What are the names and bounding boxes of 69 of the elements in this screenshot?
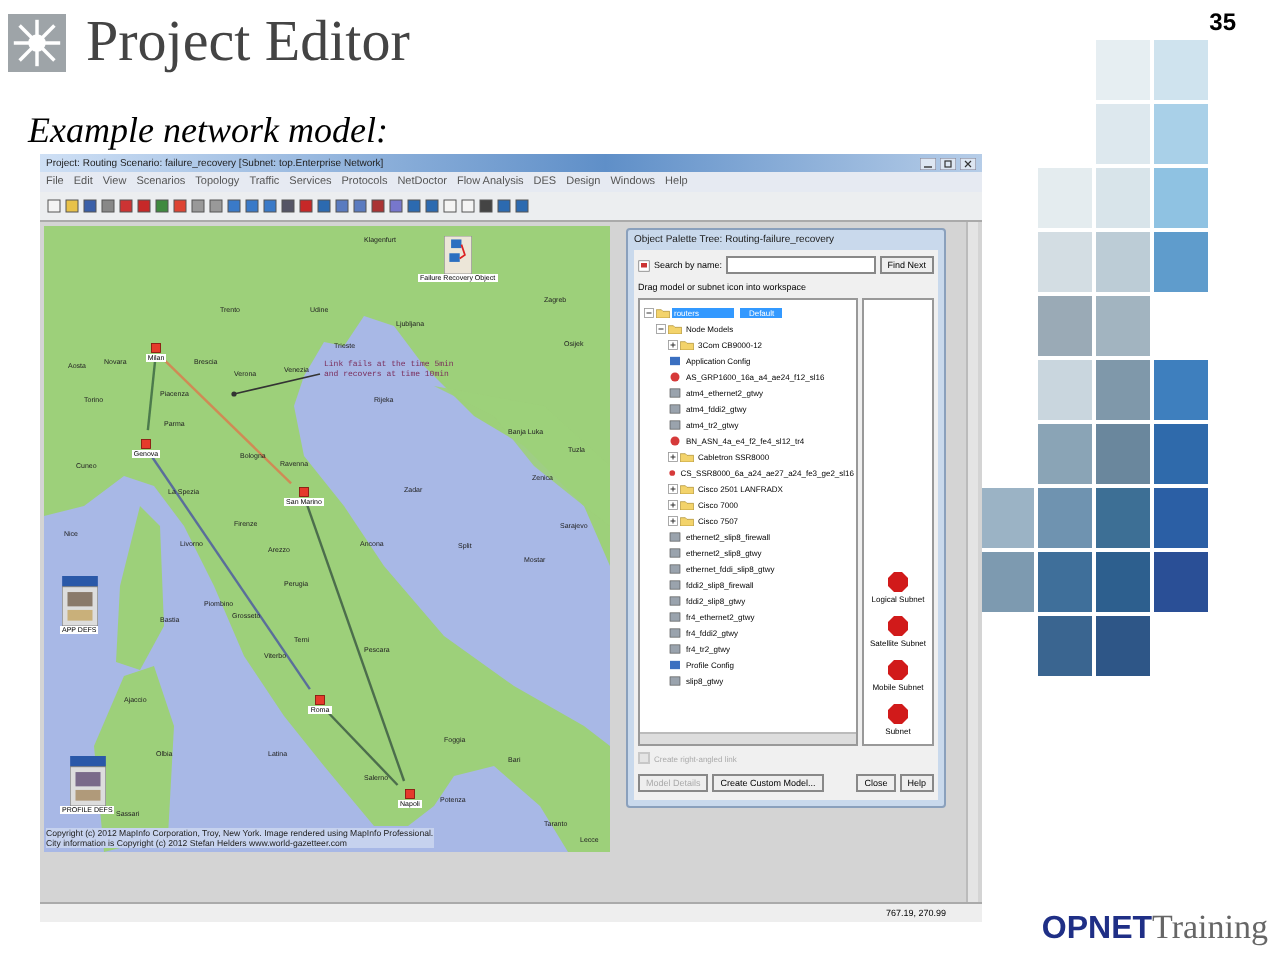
expand-icon[interactable]: [668, 451, 678, 461]
close-icon[interactable]: [960, 157, 976, 169]
expand-icon[interactable]: [668, 515, 678, 525]
maximize-icon[interactable]: [940, 157, 956, 169]
network-link[interactable]: [326, 710, 399, 786]
decorative-tile: [1154, 232, 1208, 292]
decorative-tile: [1038, 168, 1092, 228]
expand-icon[interactable]: [668, 339, 678, 349]
decorative-tile: [1038, 552, 1092, 612]
decorative-tile: [1038, 296, 1092, 356]
search-icon: [638, 259, 650, 271]
router-node-icon[interactable]: [150, 342, 162, 354]
decorative-tile: [1038, 232, 1092, 292]
leader-line: [231, 373, 321, 397]
decorative-tile: [1154, 168, 1208, 228]
decorative-tile: [980, 488, 1034, 548]
decorative-tile: [1154, 552, 1208, 612]
slide-title: Project Editor: [86, 9, 410, 75]
decorative-tile: [1096, 168, 1150, 228]
application-config-icon[interactable]: [61, 576, 98, 626]
router-icon: [668, 435, 682, 445]
subnet-icon[interactable]: [888, 704, 908, 724]
collapse-icon[interactable]: [644, 307, 654, 317]
subnet-icon[interactable]: [887, 660, 908, 680]
decorative-tile: [1154, 488, 1208, 548]
slide-subtitle: Example network model:: [25, 108, 388, 150]
page-number: 35: [1209, 8, 1236, 36]
decorative-tile: [1096, 488, 1150, 548]
router-icon: [668, 371, 682, 381]
expand-icon[interactable]: [668, 499, 678, 509]
router-node-icon[interactable]: [140, 438, 152, 450]
network-link[interactable]: [306, 505, 406, 782]
network-link[interactable]: [146, 361, 157, 431]
decorative-tile: [1096, 424, 1150, 484]
decorative-tile: [1154, 104, 1208, 164]
decorative-tile: [1038, 488, 1092, 548]
search-field[interactable]: [726, 256, 876, 274]
decorative-tile: [1154, 40, 1208, 100]
horizontal-scrollbar[interactable]: [640, 732, 856, 744]
router-node-icon[interactable]: [404, 788, 416, 800]
decorative-tile: [1154, 424, 1208, 484]
decorative-tile: [1096, 360, 1150, 420]
profile-config-icon[interactable]: [69, 756, 106, 806]
decorative-tile: [1154, 360, 1208, 420]
collapse-icon[interactable]: [656, 323, 666, 333]
expand-icon[interactable]: [668, 483, 678, 493]
decorative-tile: [1096, 232, 1150, 292]
decorative-tile: [980, 552, 1034, 612]
router-node-icon[interactable]: [314, 694, 326, 706]
decorative-tile: [1096, 552, 1150, 612]
minimize-icon[interactable]: [920, 157, 936, 169]
folder-icon: [680, 451, 694, 461]
decorative-tile: [1038, 616, 1092, 676]
decorative-tile: [1096, 40, 1150, 100]
subnet-icon[interactable]: [888, 616, 908, 636]
router-icon: [668, 467, 677, 477]
decorative-tile: [1038, 424, 1092, 484]
config-icon: [668, 355, 682, 365]
subnet-icon[interactable]: [888, 572, 908, 592]
decorative-tile: [1038, 360, 1092, 420]
router-node-icon[interactable]: [298, 486, 310, 498]
decorative-tile: [1096, 296, 1150, 356]
decorative-tile: [1096, 104, 1150, 164]
vertical-scrollbar[interactable]: [966, 222, 978, 902]
failure-recovery-icon[interactable]: [443, 236, 472, 274]
config-icon: [668, 659, 682, 669]
logo: OPNETTraining: [1041, 908, 1268, 948]
decorative-tile: [1096, 616, 1150, 676]
gateway-icon: [668, 675, 682, 685]
